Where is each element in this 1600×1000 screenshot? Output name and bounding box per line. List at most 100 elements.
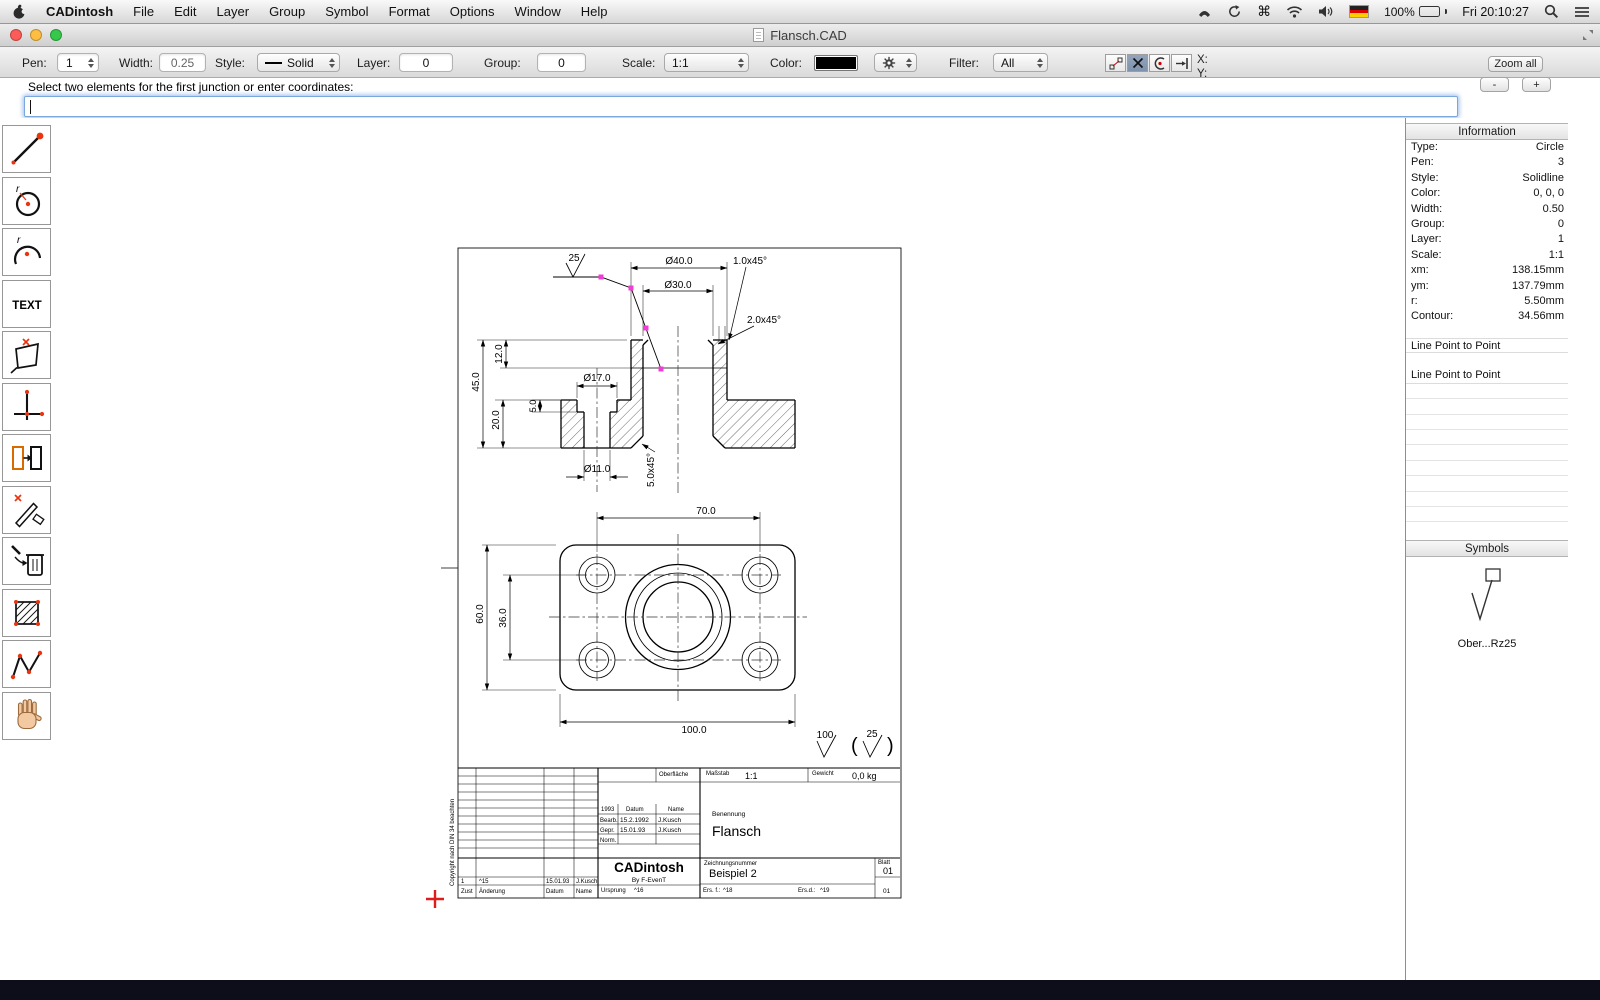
menu-layer[interactable]: Layer xyxy=(207,4,260,19)
tb-app-by: By F-EvenT xyxy=(632,877,666,884)
settings-select[interactable] xyxy=(874,53,917,72)
tb-zeichnungsnummer-label: Zeichnungsnummer xyxy=(704,861,757,867)
copy-tool-button[interactable] xyxy=(2,434,51,482)
spotlight-search-icon[interactable] xyxy=(1544,4,1559,19)
info-row-width: Width:0.50 xyxy=(1406,202,1568,217)
keyboard-icon[interactable]: ⌘ xyxy=(1257,3,1271,20)
menu-help[interactable]: Help xyxy=(571,4,618,19)
layer-field[interactable]: 0 xyxy=(399,53,453,72)
menu-options[interactable]: Options xyxy=(440,4,505,19)
select-arrows-icon xyxy=(906,58,912,68)
volume-icon[interactable] xyxy=(1318,5,1334,18)
menu-format[interactable]: Format xyxy=(379,4,440,19)
style-label: Style: xyxy=(215,56,245,70)
text-tool-icon: TEXT xyxy=(5,284,49,324)
sync-icon[interactable] xyxy=(1227,4,1242,19)
workspace: Ø40.0 1.0x45° Ø30.0 2.0x45° 12.0 45.0 20… xyxy=(0,118,1600,980)
group-field[interactable]: 0 xyxy=(537,53,586,72)
surface-value: 25 xyxy=(568,253,580,264)
pan-hand-icon xyxy=(7,696,47,736)
svg-text:TEXT: TEXT xyxy=(12,300,41,312)
style-select[interactable]: Solid xyxy=(257,53,340,72)
scale-select[interactable]: 1:1 xyxy=(664,53,749,72)
tb-massstab-label: Maßstab xyxy=(706,771,730,777)
notification-list-icon[interactable] xyxy=(1574,6,1590,18)
tb-rev-no: 1 xyxy=(461,879,465,885)
information-panel-header: Information xyxy=(1406,123,1568,140)
zoom-out-button[interactable]: - xyxy=(1480,77,1509,92)
line-tool-button[interactable] xyxy=(2,125,51,173)
app-menu[interactable]: CADintosh xyxy=(36,4,123,19)
dim-h36: 36.0 xyxy=(498,608,509,628)
circle-tool-button[interactable]: r xyxy=(2,177,51,225)
keyboard-layout-flag-de[interactable] xyxy=(1349,5,1369,18)
dimension-tool-button[interactable] xyxy=(2,331,51,379)
close-button[interactable] xyxy=(10,29,22,41)
polyline-tool-button[interactable] xyxy=(2,640,51,688)
paren-open: ( xyxy=(851,735,858,757)
history-item[interactable]: Line Point to Point xyxy=(1406,368,1568,383)
tb-zust: Zust xyxy=(461,889,473,895)
tool-palette: r r TEXT xyxy=(2,125,52,743)
symbol-label: Ober...Rz25 xyxy=(1406,638,1568,650)
tb-gepr: Gepr. xyxy=(600,828,615,834)
zoom-in-button[interactable]: + xyxy=(1522,77,1551,92)
wifi-icon[interactable] xyxy=(1286,5,1303,18)
polyline-tool-icon xyxy=(7,644,47,684)
axis-tool-icon xyxy=(7,387,47,427)
command-input-row xyxy=(0,96,1600,118)
width-field[interactable]: 0.25 xyxy=(159,53,206,72)
cad-canvas[interactable]: Ø40.0 1.0x45° Ø30.0 2.0x45° 12.0 45.0 20… xyxy=(0,118,1405,980)
svg-text:r: r xyxy=(17,235,21,246)
arrow-to-line-icon xyxy=(1174,56,1190,71)
pan-tool-button[interactable] xyxy=(2,692,51,740)
filter-select[interactable]: All xyxy=(993,53,1048,72)
tb-blatt2: 01 xyxy=(883,888,891,895)
junction-circle-toggle[interactable] xyxy=(1149,54,1170,72)
tb-year: 1993 xyxy=(601,807,615,813)
zoom-all-button[interactable]: Zoom all xyxy=(1488,56,1543,72)
snap-points-toggle[interactable] xyxy=(1105,54,1126,72)
menubar-clock[interactable]: Fri 20:10:27 xyxy=(1462,5,1529,19)
junction-direction-toggle[interactable] xyxy=(1171,54,1192,72)
surface-100: 100 xyxy=(817,730,834,741)
hatch-tool-icon xyxy=(7,593,47,633)
zoom-button[interactable] xyxy=(50,29,62,41)
color-swatch[interactable] xyxy=(814,55,858,71)
command-input[interactable] xyxy=(24,96,1458,117)
select-arrows-icon xyxy=(1037,58,1043,68)
minimize-button[interactable] xyxy=(30,29,42,41)
edit-tool-button[interactable] xyxy=(2,486,51,534)
call-icon[interactable] xyxy=(1197,5,1212,19)
plan-view: 70.0 100.0 60.0 36.0 100 ( 25 ) xyxy=(475,506,894,757)
menu-group[interactable]: Group xyxy=(259,4,315,19)
hatch-tool-button[interactable] xyxy=(2,589,51,637)
menu-window[interactable]: Window xyxy=(505,4,571,19)
plan-dimension-lines xyxy=(487,518,795,722)
battery-icon xyxy=(1419,6,1440,17)
pen-stepper[interactable]: 1 xyxy=(57,53,99,72)
symbol-preview[interactable] xyxy=(1406,567,1568,630)
dim-chamfer5: 5.0x45° xyxy=(646,453,657,487)
tb-gepr-date: 15.01.93 xyxy=(620,827,646,834)
menu-edit[interactable]: Edit xyxy=(164,4,206,19)
menubar-status: ⌘ 100% Fri 20:10:27 xyxy=(1197,3,1600,20)
tb-benennung-label: Benennung xyxy=(712,811,746,818)
fullscreen-icon[interactable] xyxy=(1582,29,1594,44)
dim-h45: 45.0 xyxy=(471,372,482,392)
drawing-frame xyxy=(441,248,901,898)
info-row-color: Color:0, 0, 0 xyxy=(1406,186,1568,201)
battery-indicator[interactable]: 100% xyxy=(1384,5,1447,19)
axis-tool-button[interactable] xyxy=(2,383,51,431)
dim-dia40: Ø40.0 xyxy=(665,256,693,267)
menu-file[interactable]: File xyxy=(123,4,164,19)
menu-symbol[interactable]: Symbol xyxy=(315,4,378,19)
titlebar[interactable]: Flansch.CAD xyxy=(0,24,1600,47)
delete-tool-button[interactable] xyxy=(2,537,51,585)
surface-25: 25 xyxy=(866,729,878,740)
text-tool-button[interactable]: TEXT xyxy=(2,280,51,328)
arc-tool-button[interactable]: r xyxy=(2,228,51,276)
history-item[interactable]: Line Point to Point xyxy=(1406,338,1568,353)
apple-menu[interactable] xyxy=(0,4,36,20)
junction-delete-toggle[interactable] xyxy=(1127,54,1148,72)
